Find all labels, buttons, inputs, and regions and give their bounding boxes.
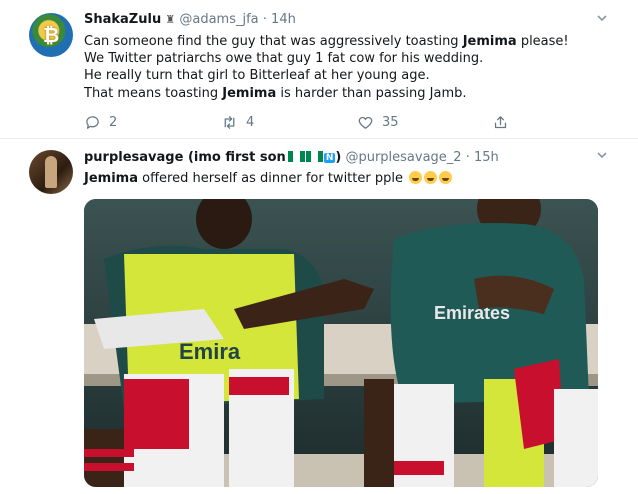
like-button[interactable]: 35 bbox=[357, 114, 399, 131]
grinning-face-icon bbox=[409, 171, 423, 184]
bitcoin-icon: ₿ bbox=[43, 23, 60, 47]
grinning-face-icon bbox=[439, 171, 453, 184]
photo-content: Emira Emirates bbox=[84, 199, 598, 487]
timestamp[interactable]: · 15h bbox=[466, 150, 499, 165]
tweet-header: purplesavage (imo first son N) @purplesav… bbox=[84, 150, 499, 165]
heart-icon bbox=[358, 116, 373, 129]
tweet-text: Jemima offered herself as dinner for twi… bbox=[84, 170, 453, 187]
tweet-header: ShakaZulu ♜ @adams_jfa · 14h bbox=[84, 12, 296, 27]
retweet-count: 4 bbox=[246, 115, 255, 130]
display-name[interactable]: ShakaZulu bbox=[84, 12, 161, 27]
tweet[interactable]: purplesavage (imo first son N) @purplesav… bbox=[0, 139, 638, 494]
share-icon bbox=[494, 116, 507, 129]
retweet-button[interactable]: 4 bbox=[221, 114, 254, 131]
chevron-down-icon[interactable] bbox=[596, 12, 608, 24]
nigeria-flag-icon bbox=[287, 150, 306, 165]
emoji-icon: ♜ bbox=[165, 13, 176, 26]
tweet-line: Can someone find the guy that was aggres… bbox=[84, 34, 569, 49]
letter-badge-icon: N bbox=[323, 153, 336, 163]
tweet-photo[interactable]: Emira Emirates bbox=[84, 199, 598, 487]
tweet[interactable]: ₿ ShakaZulu ♜ @adams_jfa · 14h Can someo… bbox=[0, 0, 638, 139]
share-button[interactable] bbox=[492, 114, 509, 131]
svg-text:Emira: Emira bbox=[179, 339, 241, 364]
grinning-face-icon bbox=[424, 171, 438, 184]
retweet-icon bbox=[224, 116, 235, 129]
username[interactable]: @purplesavage_2 bbox=[345, 150, 461, 165]
reply-count: 2 bbox=[109, 115, 118, 130]
reply-button[interactable]: 2 bbox=[84, 114, 117, 131]
tweet-line: We Twitter patriarchs owe that guy 1 fat… bbox=[84, 51, 484, 67]
tweet-text: Can someone find the guy that was aggres… bbox=[84, 33, 569, 102]
avatar[interactable] bbox=[29, 150, 73, 194]
display-name[interactable]: purplesavage (imo first son N) bbox=[84, 150, 341, 165]
tweet-line: That means toasting Jemima is harder tha… bbox=[84, 85, 467, 101]
reply-icon bbox=[86, 116, 99, 129]
tweet-line: He really turn that girl to Bitterleaf a… bbox=[84, 68, 430, 84]
timestamp[interactable]: · 14h bbox=[263, 12, 296, 27]
username[interactable]: @adams_jfa bbox=[179, 12, 258, 27]
avatar[interactable]: ₿ bbox=[29, 13, 73, 57]
chevron-down-icon[interactable] bbox=[596, 149, 608, 161]
like-count: 35 bbox=[382, 115, 399, 130]
person-figure-icon bbox=[45, 156, 57, 188]
tweet-actions: 2 4 35 bbox=[84, 114, 524, 132]
